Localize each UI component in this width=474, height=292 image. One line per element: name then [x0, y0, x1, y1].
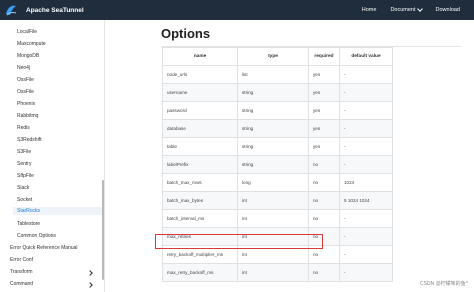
cell-type: list — [237, 65, 309, 84]
sidebar-item-s3file[interactable]: S3File — [17, 149, 31, 155]
sidebar-item-rabbitmq[interactable]: Rabbitmq — [17, 113, 38, 119]
cell-name: username — [162, 83, 238, 102]
cell-type: string — [237, 101, 309, 120]
cell-name: password — [162, 101, 238, 120]
table-row: batch_max_bytes int no 5 1024 1024 — [162, 191, 393, 210]
sidebar-item-errorconf[interactable]: Error Conf — [10, 257, 33, 263]
watermark: CSDN @柠檬味的鱼^ — [420, 281, 468, 287]
brand-title[interactable]: Apache SeaTunnel — [26, 7, 84, 14]
cell-default: - — [339, 227, 393, 246]
top-nav: Home Document Download — [362, 0, 474, 20]
cell-default: - — [339, 209, 393, 228]
table-row: node_urls list yes - — [162, 65, 393, 84]
cell-type: long — [237, 173, 309, 192]
cell-default: - — [339, 137, 393, 156]
sidebar-item-localfile[interactable]: LocalFile — [17, 29, 37, 35]
cell-default: 5 1024 1024 — [339, 191, 393, 210]
table-row: batch_interval_ms int no - — [162, 209, 393, 228]
cell-name: node_urls — [162, 65, 238, 84]
cell-type: string — [237, 155, 309, 174]
cell-required: no — [308, 209, 340, 228]
cell-default: 1024 — [339, 173, 393, 192]
cell-required: no — [308, 173, 340, 192]
cell-type: string — [237, 137, 309, 156]
table-row: labelPrefix string no - — [162, 155, 393, 174]
cell-name: batch_max_rows — [162, 173, 238, 192]
cell-default: - — [339, 245, 393, 264]
chevron-down-icon — [416, 6, 423, 12]
highlight-box — [155, 234, 323, 249]
table-body: node_urls list yes - username string yes - passw… — [162, 65, 393, 282]
nav-download[interactable]: Download — [436, 7, 460, 13]
sidebar-item-ossfile[interactable]: OssFile — [17, 77, 34, 83]
sidebar-item-slack[interactable]: Slack — [17, 185, 29, 191]
page-title: Options — [161, 26, 211, 41]
table-row: username string yes - — [162, 83, 393, 102]
sidebar-item-sentry[interactable]: Sentry — [17, 161, 31, 167]
column-header-type: type — [237, 47, 309, 66]
top-navbar: Apache SeaTunnel Home Document Download — [0, 0, 474, 20]
cell-name: labelPrefix — [162, 155, 238, 174]
cell-default: - — [339, 101, 393, 120]
cell-name: max_retry_backoff_ms — [162, 263, 238, 282]
cell-name: database — [162, 119, 238, 138]
sidebar-item-socket[interactable]: Socket — [17, 197, 32, 203]
table-row: database string yes - — [162, 119, 393, 138]
cell-default: - — [339, 83, 393, 102]
main-content: Options name type required default value… — [105, 20, 474, 292]
table-header-row: name type required default value — [162, 47, 393, 66]
sidebar-item-common-options[interactable]: Common Options — [17, 233, 56, 239]
sidebar-item-error-manual[interactable]: Error Quick Reference Manual — [10, 245, 78, 251]
nav-document-label: Document — [390, 7, 416, 13]
chevron-right-icon[interactable] — [87, 270, 93, 276]
seatunnel-logo-icon[interactable] — [4, 3, 18, 17]
cell-type: string — [237, 83, 309, 102]
sidebar-scrollbar[interactable] — [102, 180, 104, 280]
sidebar-item-phoenix[interactable]: Phoenix — [17, 101, 35, 107]
sidebar-item-maxcompute[interactable]: Maxcompute — [17, 41, 46, 47]
chevron-right-icon[interactable] — [87, 282, 93, 288]
cell-required: no — [308, 191, 340, 210]
column-header-required: required — [308, 47, 340, 66]
cell-name: table — [162, 137, 238, 156]
cell-type: int — [237, 263, 309, 282]
cell-default: - — [339, 155, 393, 174]
cell-required: yes — [308, 137, 340, 156]
cell-name: batch_max_bytes — [162, 191, 238, 210]
cell-type: int — [237, 209, 309, 228]
column-header-name: name — [162, 47, 238, 66]
sidebar-item-sftpfile[interactable]: SftpFile — [17, 173, 34, 179]
table-row: password string yes - — [162, 101, 393, 120]
cell-required: yes — [308, 65, 340, 84]
sidebar-item-command[interactable]: Command — [10, 281, 33, 287]
cell-type: int — [237, 191, 309, 210]
table-row: max_retry_backoff_ms int no - — [162, 263, 393, 282]
sidebar-item-transform[interactable]: Transform — [10, 269, 33, 275]
sidebar-item-s3redshift[interactable]: S3Redshift — [17, 137, 41, 143]
cell-required: no — [308, 155, 340, 174]
cell-required: no — [308, 263, 340, 282]
sidebar-item-ossfile-2[interactable]: OssFile — [17, 89, 34, 95]
table-row: table string yes - — [162, 137, 393, 156]
nav-home[interactable]: Home — [362, 7, 377, 13]
column-header-default: default value — [339, 47, 393, 66]
cell-required: yes — [308, 83, 340, 102]
cell-default: - — [339, 65, 393, 84]
sidebar: LocalFile Maxcompute MongoDB Neo4j OssFi… — [0, 20, 105, 292]
cell-default: - — [339, 263, 393, 282]
sidebar-item-tablestore[interactable]: Tablestore — [17, 221, 40, 227]
nav-document[interactable]: Document — [390, 6, 423, 13]
cell-name: batch_interval_ms — [162, 209, 238, 228]
sidebar-item-starrocks[interactable]: StarRocks — [13, 207, 103, 215]
cell-required: yes — [308, 101, 340, 120]
sidebar-item-redis[interactable]: Redis — [17, 125, 30, 131]
sidebar-item-neo4j[interactable]: Neo4j — [17, 65, 30, 71]
sidebar-item-mongodb[interactable]: MongoDB — [17, 53, 39, 59]
table-row: batch_max_rows long no 1024 — [162, 173, 393, 192]
cell-required: yes — [308, 119, 340, 138]
cell-type: string — [237, 119, 309, 138]
cell-default: - — [339, 119, 393, 138]
